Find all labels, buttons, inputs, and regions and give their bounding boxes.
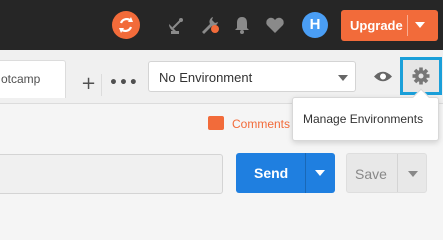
chevron-down-icon[interactable] [408, 171, 418, 177]
avatar[interactable]: H [302, 12, 328, 38]
chevron-down-icon[interactable] [315, 170, 325, 176]
environment-quick-look-button[interactable] [368, 61, 398, 92]
heart-icon[interactable] [264, 14, 286, 36]
chevron-down-icon [338, 75, 348, 81]
comments-label: Comments [232, 117, 291, 131]
environment-selected: No Environment [159, 70, 253, 85]
upgrade-divider [407, 15, 408, 36]
tab-request[interactable]: otcamp [0, 60, 66, 98]
gear-icon [412, 67, 430, 85]
chevron-down-icon[interactable] [415, 22, 425, 28]
sync-icon[interactable] [112, 11, 140, 39]
bell-icon[interactable] [231, 14, 253, 36]
tab-divider [101, 74, 102, 96]
eye-icon [374, 71, 392, 82]
send-button[interactable]: Send [236, 153, 335, 193]
save-label: Save [355, 166, 387, 182]
upgrade-button[interactable]: Upgrade [341, 10, 438, 41]
save-button[interactable]: Save [346, 153, 427, 193]
url-input[interactable] [0, 154, 223, 194]
tooltip-label: Manage Environments [303, 112, 424, 126]
add-tab-button[interactable]: + [81, 74, 96, 94]
comment-icon [208, 116, 224, 130]
more-tabs-button[interactable]: ••• [109, 73, 139, 93]
send-divider [305, 153, 306, 193]
wrench-icon[interactable] [199, 14, 221, 36]
manage-environments-tooltip: Manage Environments [292, 88, 439, 141]
satellite-icon[interactable] [165, 14, 187, 36]
sync-glyph [119, 17, 133, 33]
environment-select[interactable]: No Environment [148, 61, 356, 92]
save-divider [397, 154, 398, 192]
send-label: Send [254, 165, 289, 181]
header-bar: H Upgrade [0, 0, 443, 50]
tab-label: otcamp [1, 72, 41, 86]
upgrade-label: Upgrade [350, 18, 403, 33]
